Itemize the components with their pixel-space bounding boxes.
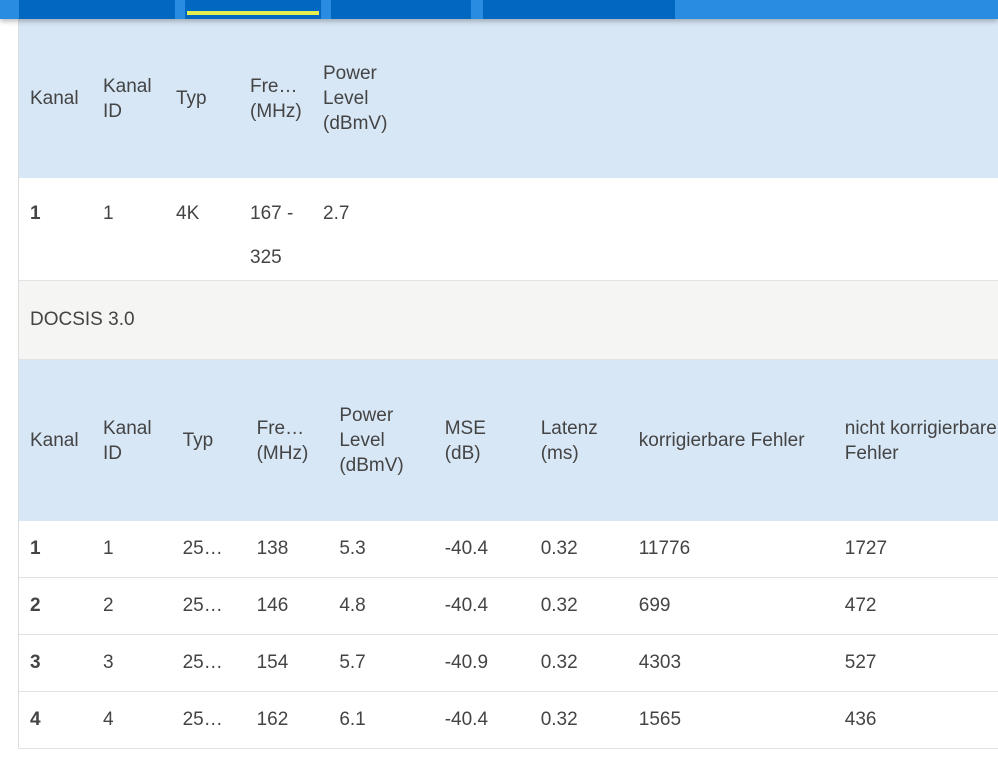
cell: 138 — [245, 521, 329, 578]
cell: 0.32 — [529, 634, 628, 692]
cell: 25… — [171, 634, 246, 692]
cell: 25… — [171, 521, 246, 578]
cell: 4 — [19, 691, 92, 749]
cell: -40.9 — [433, 634, 530, 692]
cell: -40.4 — [433, 577, 530, 635]
table-header: Kanal Kanal ID Typ Fre… (MHz) Power Leve… — [19, 360, 998, 521]
col-header: Kanal — [19, 360, 92, 521]
cell: 25… — [171, 691, 246, 749]
section-title: DOCSIS 3.0 — [19, 281, 998, 360]
cell: 1565 — [627, 691, 834, 749]
col-header: nicht korrigierbare Fehler — [833, 360, 998, 521]
cell: 1 — [92, 178, 165, 281]
cell: -40.4 — [433, 691, 530, 749]
cell: 2 — [92, 577, 172, 635]
col-header: Kanal ID — [92, 360, 172, 521]
col-header: Typ — [171, 360, 246, 521]
cell: 146 — [245, 577, 329, 635]
nav-tab-active[interactable] — [185, 0, 321, 19]
cell: 4.8 — [328, 577, 434, 635]
col-header: Power Level (dBmV) — [328, 360, 434, 521]
cell: 0.32 — [529, 691, 628, 749]
cell: 699 — [627, 577, 834, 635]
cell: 4K — [165, 178, 239, 281]
col-header: Typ — [165, 19, 239, 178]
nav-tab[interactable] — [19, 0, 175, 19]
cell: 4303 — [627, 634, 834, 692]
cell: 0.32 — [529, 577, 628, 635]
table-row: 4 4 25… 162 6.1 -40.4 0.32 1565 436 — [19, 691, 998, 749]
table-row: 1 1 25… 138 5.3 -40.4 0.32 11776 1727 — [19, 521, 998, 578]
cell: 1 — [19, 521, 92, 578]
table-row: 3 3 25… 154 5.7 -40.9 0.32 4303 527 — [19, 634, 998, 692]
table-row: 1 1 4K 167 - 325 2.7 — [19, 178, 998, 281]
cell: 3 — [92, 634, 172, 692]
col-header: Kanal ID — [92, 19, 165, 178]
cell: 1727 — [833, 521, 998, 578]
cell: 5.7 — [328, 634, 434, 692]
cell: 527 — [833, 634, 998, 692]
cell: 472 — [833, 577, 998, 635]
cell: 3 — [19, 634, 92, 692]
cell: 167 - 325 — [239, 178, 312, 281]
cell: -40.4 — [433, 521, 530, 578]
cell: 25… — [171, 577, 246, 635]
cell: 436 — [833, 691, 998, 749]
cell: 1 — [92, 521, 172, 578]
docsis30-channel-table: Kanal Kanal ID Typ Fre… (MHz) Power Leve… — [19, 360, 998, 749]
cell: 6.1 — [328, 691, 434, 749]
channel-content: Kanal Kanal ID Typ Fre… (MHz) Power Leve… — [18, 19, 998, 749]
cell: 4 — [92, 691, 172, 749]
cell: 1 — [19, 178, 92, 281]
cell: 154 — [245, 634, 329, 692]
ofdm-channel-table: Kanal Kanal ID Typ Fre… (MHz) Power Leve… — [19, 19, 998, 281]
cell: 11776 — [627, 521, 834, 578]
col-header: korrigierbare Fehler — [627, 360, 834, 521]
cell: 5.3 — [328, 521, 434, 578]
nav-tab[interactable] — [331, 0, 471, 19]
table-row: 2 2 25… 146 4.8 -40.4 0.32 699 472 — [19, 577, 998, 635]
cell: 2 — [19, 577, 92, 635]
cell: 162 — [245, 691, 329, 749]
col-header: MSE (dB) — [433, 360, 530, 521]
cell: 0.32 — [529, 521, 628, 578]
col-header: Power Level (dBmV) — [312, 19, 998, 178]
col-header: Fre… (MHz) — [245, 360, 329, 521]
table-header: Kanal Kanal ID Typ Fre… (MHz) Power Leve… — [19, 19, 998, 178]
nav-tab[interactable] — [483, 0, 675, 19]
nav-tab-bar — [0, 0, 998, 19]
col-header: Latenz (ms) — [529, 360, 628, 521]
col-header: Kanal — [19, 19, 92, 178]
col-header: Fre… (MHz) — [239, 19, 312, 178]
cell: 2.7 — [312, 178, 998, 281]
